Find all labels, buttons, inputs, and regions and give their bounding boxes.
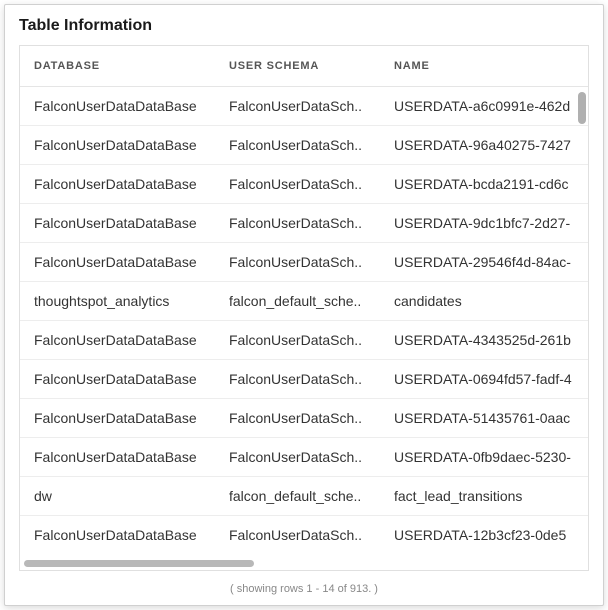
panel-title: Table Information — [5, 5, 603, 45]
cell-name: USERDATA-96a40275-7427 — [380, 126, 588, 165]
col-header-name[interactable]: NAME — [380, 46, 588, 87]
cell-database: FalconUserDataDataBase — [20, 516, 215, 555]
cell-name: USERDATA-12b3cf23-0de5 — [380, 516, 588, 555]
row-count-footer: ( showing rows 1 - 14 of 913. ) — [5, 577, 603, 605]
cell-user-schema: FalconUserDataSch.. — [215, 516, 380, 555]
cell-database: thoughtspot_analytics — [20, 282, 215, 321]
cell-database: dw — [20, 477, 215, 516]
cell-database: FalconUserDataDataBase — [20, 243, 215, 282]
cell-user-schema: FalconUserDataSch.. — [215, 360, 380, 399]
cell-user-schema: FalconUserDataSch.. — [215, 399, 380, 438]
cell-user-schema: FalconUserDataSch.. — [215, 321, 380, 360]
table-row[interactable]: FalconUserDataDataBaseFalconUserDataSch.… — [20, 126, 588, 165]
cell-database: FalconUserDataDataBase — [20, 87, 215, 126]
cell-database: FalconUserDataDataBase — [20, 360, 215, 399]
col-header-user-schema[interactable]: USER SCHEMA — [215, 46, 380, 87]
cell-database: FalconUserDataDataBase — [20, 126, 215, 165]
horizontal-scrollbar-track[interactable] — [20, 556, 588, 570]
table-row[interactable]: FalconUserDataDataBaseFalconUserDataSch.… — [20, 399, 588, 438]
cell-name: USERDATA-9dc1bfc7-2d27- — [380, 204, 588, 243]
table-row[interactable]: dwfalcon_default_sche..fact_lead_transit… — [20, 477, 588, 516]
table-row[interactable]: thoughtspot_analyticsfalcon_default_sche… — [20, 282, 588, 321]
table-scroll-area[interactable]: DATABASE USER SCHEMA NAME FalconUserData… — [20, 46, 588, 556]
cell-user-schema: FalconUserDataSch.. — [215, 126, 380, 165]
cell-name: USERDATA-0694fd57-fadf-4 — [380, 360, 588, 399]
table-info-panel: Table Information DATABASE USER SCHEMA N… — [4, 4, 604, 606]
cell-database: FalconUserDataDataBase — [20, 165, 215, 204]
cell-user-schema: falcon_default_sche.. — [215, 282, 380, 321]
table-row[interactable]: FalconUserDataDataBaseFalconUserDataSch.… — [20, 321, 588, 360]
table-row[interactable]: FalconUserDataDataBaseFalconUserDataSch.… — [20, 165, 588, 204]
table-row[interactable]: FalconUserDataDataBaseFalconUserDataSch.… — [20, 516, 588, 555]
cell-name: USERDATA-a6c0991e-462d — [380, 87, 588, 126]
table-header-row: DATABASE USER SCHEMA NAME — [20, 46, 588, 87]
cell-name: fact_lead_transitions — [380, 477, 588, 516]
col-header-database[interactable]: DATABASE — [20, 46, 215, 87]
cell-name: USERDATA-4343525d-261b — [380, 321, 588, 360]
data-table: DATABASE USER SCHEMA NAME FalconUserData… — [20, 46, 588, 554]
cell-database: FalconUserDataDataBase — [20, 438, 215, 477]
cell-user-schema: FalconUserDataSch.. — [215, 243, 380, 282]
table-container: DATABASE USER SCHEMA NAME FalconUserData… — [19, 45, 589, 571]
cell-user-schema: falcon_default_sche.. — [215, 477, 380, 516]
cell-name: USERDATA-bcda2191-cd6c — [380, 165, 588, 204]
cell-database: FalconUserDataDataBase — [20, 321, 215, 360]
vertical-scrollbar-thumb[interactable] — [578, 92, 586, 124]
cell-user-schema: FalconUserDataSch.. — [215, 438, 380, 477]
cell-name: USERDATA-0fb9daec-5230- — [380, 438, 588, 477]
table-row[interactable]: FalconUserDataDataBaseFalconUserDataSch.… — [20, 87, 588, 126]
table-row[interactable]: FalconUserDataDataBaseFalconUserDataSch.… — [20, 243, 588, 282]
table-row[interactable]: FalconUserDataDataBaseFalconUserDataSch.… — [20, 204, 588, 243]
cell-user-schema: FalconUserDataSch.. — [215, 204, 380, 243]
cell-name: candidates — [380, 282, 588, 321]
cell-user-schema: FalconUserDataSch.. — [215, 87, 380, 126]
horizontal-scrollbar-thumb[interactable] — [24, 560, 254, 567]
table-row[interactable]: FalconUserDataDataBaseFalconUserDataSch.… — [20, 360, 588, 399]
cell-name: USERDATA-51435761-0aac — [380, 399, 588, 438]
cell-user-schema: FalconUserDataSch.. — [215, 165, 380, 204]
cell-name: USERDATA-29546f4d-84ac- — [380, 243, 588, 282]
table-row[interactable]: FalconUserDataDataBaseFalconUserDataSch.… — [20, 438, 588, 477]
cell-database: FalconUserDataDataBase — [20, 399, 215, 438]
cell-database: FalconUserDataDataBase — [20, 204, 215, 243]
